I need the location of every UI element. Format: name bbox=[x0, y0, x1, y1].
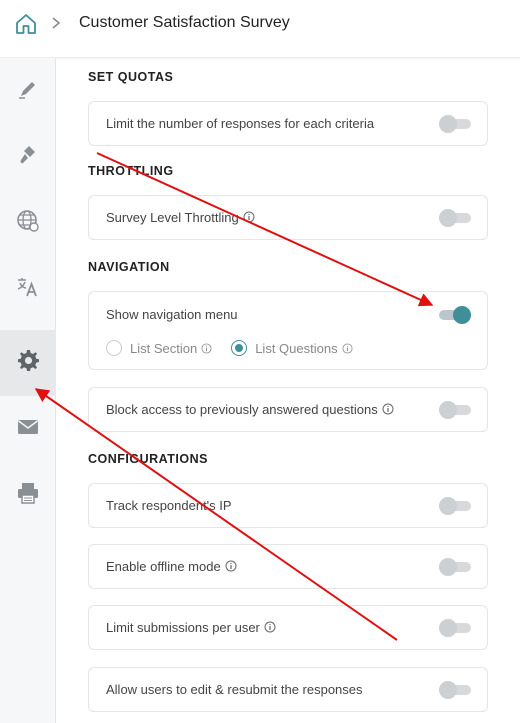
quota-limit-label: Limit the number of responses for each c… bbox=[106, 116, 375, 131]
offline-mode-label-text: Enable offline mode bbox=[106, 559, 221, 574]
block-access-label: Block access to previously answered ques… bbox=[106, 402, 394, 417]
track-ip-toggle[interactable] bbox=[439, 497, 471, 515]
info-icon[interactable] bbox=[264, 621, 276, 633]
page-title: Customer Satisfaction Survey bbox=[79, 14, 290, 31]
sidebar-item-email[interactable] bbox=[0, 396, 56, 462]
sidebar-item-edit[interactable] bbox=[0, 58, 56, 124]
limit-submissions-label-text: Limit submissions per user bbox=[106, 620, 260, 635]
sidebar-item-languages[interactable] bbox=[0, 190, 56, 256]
section-title-quotas: SET QUOTAS bbox=[88, 70, 174, 84]
throttling-label-text: Survey Level Throttling bbox=[106, 210, 239, 225]
paint-brush-icon bbox=[15, 142, 41, 173]
limit-submissions-toggle[interactable] bbox=[439, 619, 471, 637]
block-access-toggle[interactable] bbox=[439, 401, 471, 419]
top-bar: Customer Satisfaction Survey bbox=[0, 0, 520, 58]
home-icon[interactable] bbox=[14, 12, 38, 36]
quota-limit-card: Limit the number of responses for each c… bbox=[88, 101, 488, 146]
settings-panel: SET QUOTAS Limit the number of responses… bbox=[56, 58, 520, 723]
info-icon[interactable] bbox=[243, 211, 255, 223]
sidebar-item-translate[interactable] bbox=[0, 256, 56, 322]
sidebar-item-print[interactable] bbox=[0, 462, 56, 528]
navigation-menu-card: Show navigation menu List Section List Q… bbox=[88, 291, 488, 370]
sidebar-item-design[interactable] bbox=[0, 124, 56, 190]
info-icon[interactable] bbox=[342, 342, 354, 354]
navigation-options: List Section List Questions bbox=[106, 340, 354, 356]
offline-mode-card: Enable offline mode bbox=[88, 544, 488, 589]
section-title-throttling: THROTTLING bbox=[88, 164, 174, 178]
block-access-label-text: Block access to previously answered ques… bbox=[106, 402, 378, 417]
radio-list-questions-label: List Questions bbox=[255, 340, 338, 356]
throttling-label: Survey Level Throttling bbox=[106, 210, 255, 225]
throttling-card: Survey Level Throttling bbox=[88, 195, 488, 240]
radio-list-questions[interactable] bbox=[231, 340, 248, 356]
block-access-card: Block access to previously answered ques… bbox=[88, 387, 488, 432]
track-ip-card: Track respondent's IP bbox=[88, 483, 488, 528]
radio-list-section[interactable] bbox=[106, 340, 122, 356]
chevron-right-icon bbox=[50, 16, 62, 30]
pencil-icon bbox=[15, 76, 41, 107]
track-ip-label: Track respondent's IP bbox=[106, 498, 232, 513]
info-icon[interactable] bbox=[201, 342, 213, 354]
section-title-navigation: NAVIGATION bbox=[88, 260, 170, 274]
offline-mode-label: Enable offline mode bbox=[106, 559, 237, 574]
globe-icon bbox=[15, 208, 41, 239]
printer-icon bbox=[15, 480, 41, 511]
navigation-menu-label: Show navigation menu bbox=[106, 307, 238, 322]
limit-submissions-label: Limit submissions per user bbox=[106, 620, 276, 635]
offline-mode-toggle[interactable] bbox=[439, 558, 471, 576]
navigation-menu-toggle[interactable] bbox=[439, 306, 471, 324]
edit-resubmit-toggle[interactable] bbox=[439, 681, 471, 699]
sidebar-item-settings[interactable] bbox=[0, 330, 56, 396]
limit-submissions-card: Limit submissions per user bbox=[88, 605, 488, 650]
throttling-toggle[interactable] bbox=[439, 209, 471, 227]
sidebar bbox=[0, 58, 56, 723]
gear-icon bbox=[15, 348, 41, 379]
edit-resubmit-label: Allow users to edit & resubmit the respo… bbox=[106, 682, 363, 697]
translate-icon bbox=[15, 274, 41, 305]
radio-list-section-label: List Section bbox=[130, 340, 198, 356]
mail-icon bbox=[15, 414, 41, 445]
info-icon[interactable] bbox=[225, 560, 237, 572]
edit-resubmit-card: Allow users to edit & resubmit the respo… bbox=[88, 667, 488, 712]
info-icon[interactable] bbox=[382, 403, 394, 415]
section-title-configurations: CONFIGURATIONS bbox=[88, 452, 208, 466]
quota-limit-toggle[interactable] bbox=[439, 115, 471, 133]
